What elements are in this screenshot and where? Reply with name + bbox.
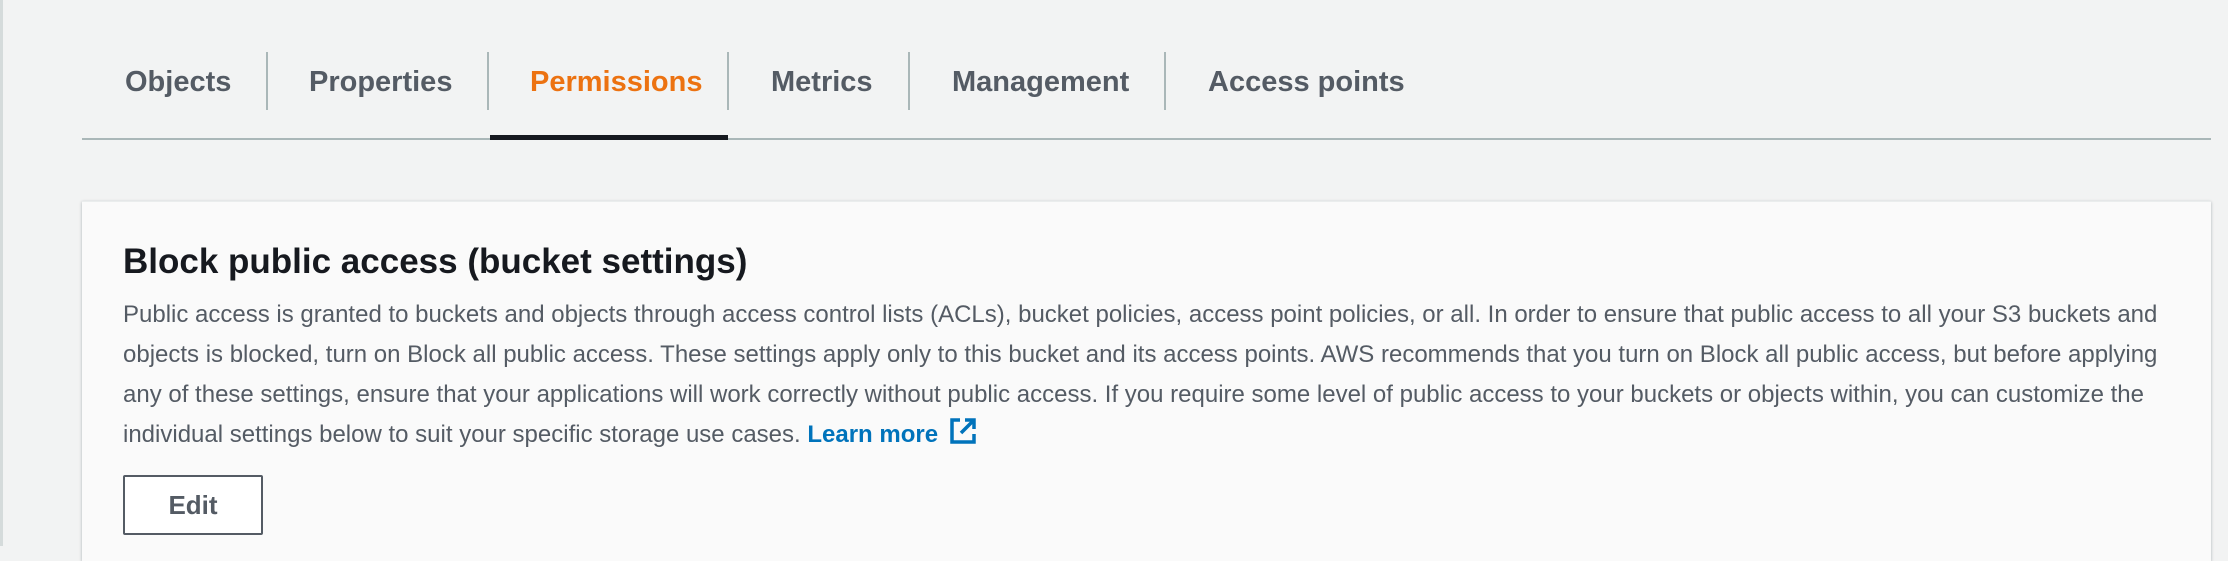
tab-bar: Objects Properties Permissions Metrics M… (82, 0, 2211, 140)
edit-button[interactable]: Edit (123, 475, 263, 535)
tab-access-points[interactable]: Access points (1166, 52, 1406, 140)
panel-description: Public access is granted to buckets and … (123, 295, 2198, 455)
description-text: Public access is granted to buckets and … (123, 301, 2158, 448)
learn-more-link[interactable]: Learn more (807, 418, 978, 448)
external-link-icon (950, 418, 976, 444)
panel-title: Block public access (bucket settings) (123, 242, 748, 281)
tab-label-metrics: Metrics (771, 66, 873, 98)
learn-more-label: Learn more (807, 421, 939, 448)
tab-label-management: Management (952, 66, 1130, 98)
tab-divider (487, 52, 489, 110)
tab-label-access-points: Access points (1208, 66, 1405, 98)
tab-metrics[interactable]: Metrics (729, 52, 909, 140)
block-public-access-panel: Block public access (bucket settings) Pu… (82, 201, 2211, 561)
tab-permissions[interactable]: Permissions (490, 52, 728, 140)
left-panel-edge (0, 0, 3, 546)
tab-label-properties: Properties (309, 66, 453, 98)
tab-objects[interactable]: Objects (82, 52, 267, 140)
tab-label-objects: Objects (125, 66, 232, 98)
tab-label-permissions: Permissions (530, 66, 703, 98)
tab-management[interactable]: Management (910, 52, 1165, 140)
tab-properties[interactable]: Properties (268, 52, 488, 140)
